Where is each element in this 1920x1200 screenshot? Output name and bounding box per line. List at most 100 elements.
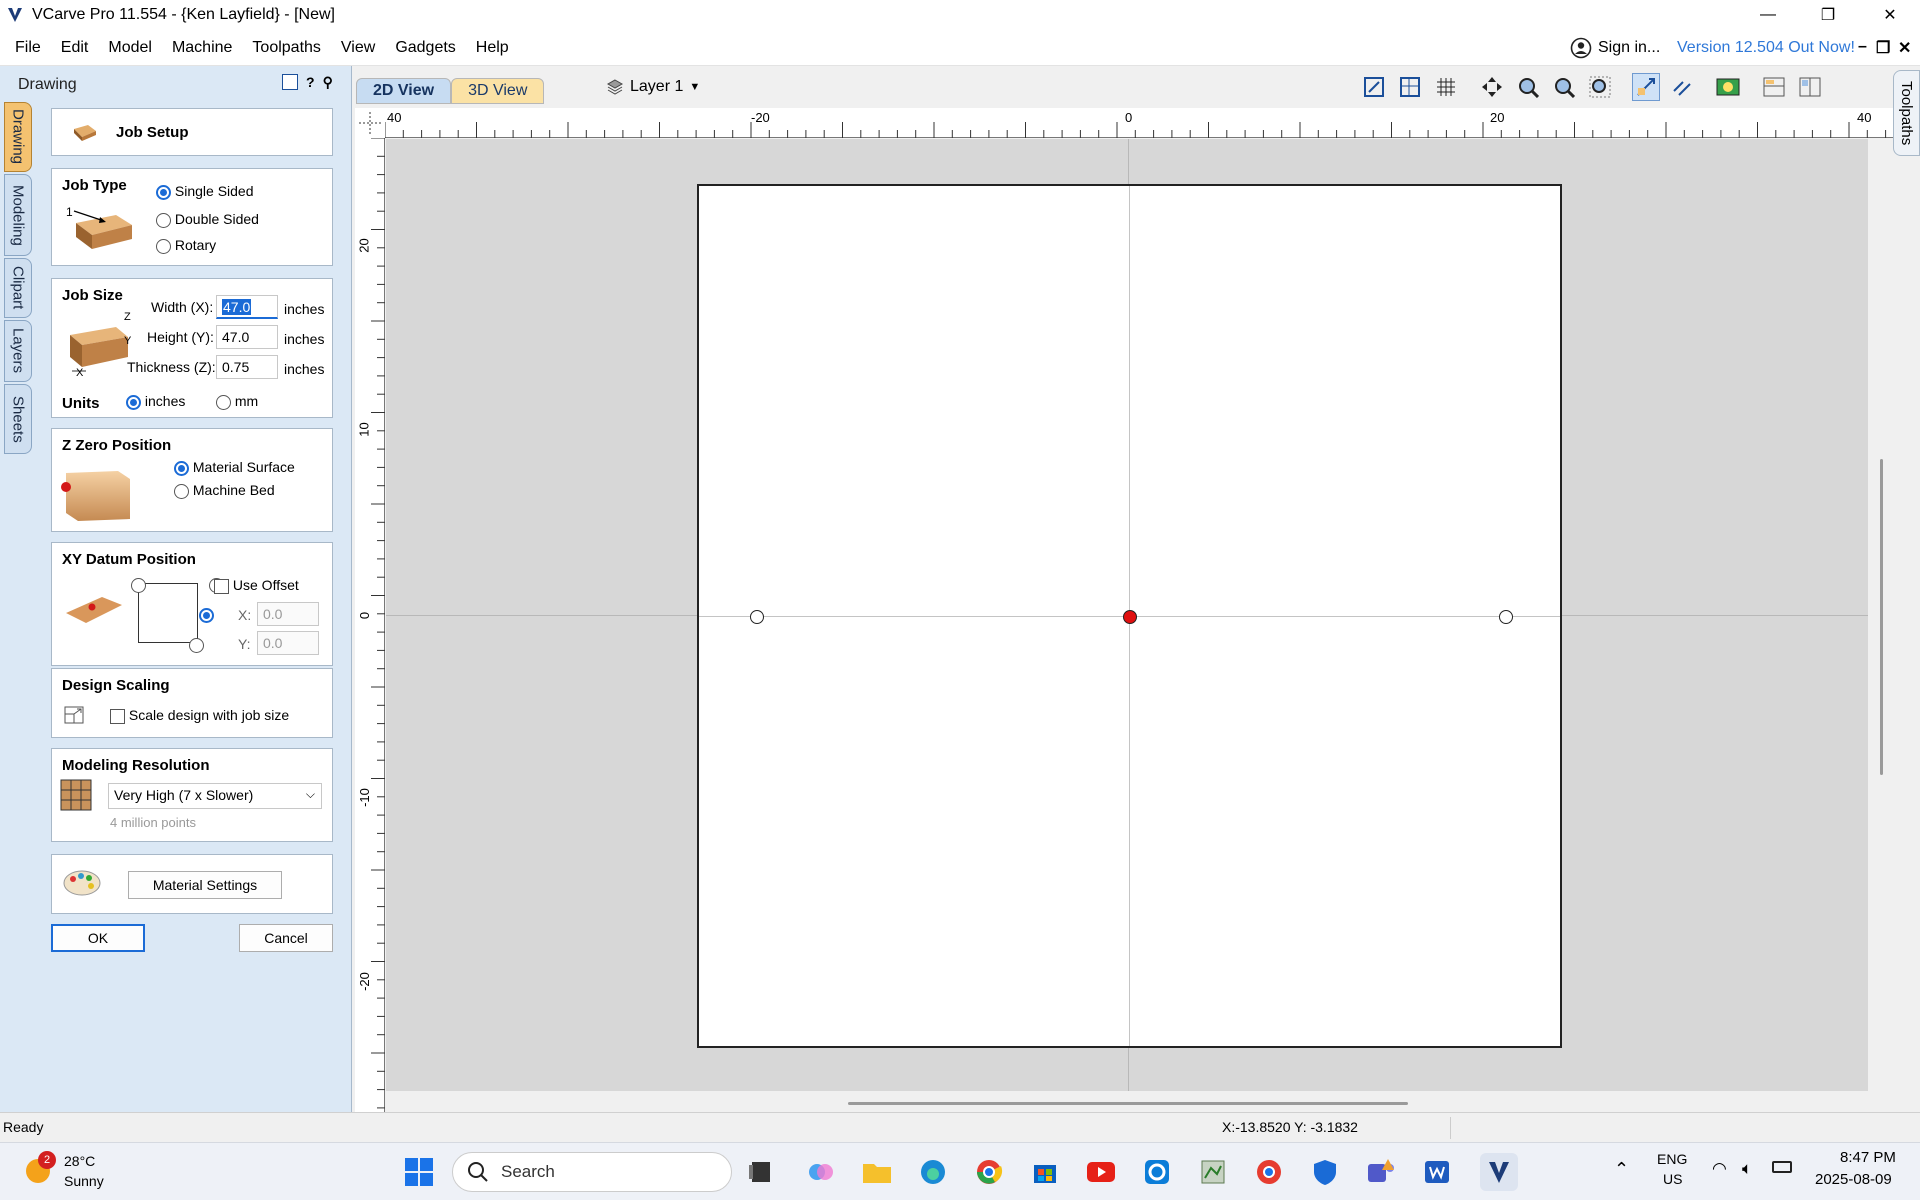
- pan-icon[interactable]: [1478, 73, 1506, 101]
- ruler-corner[interactable]: [355, 108, 385, 138]
- close-button[interactable]: ✕: [1862, 0, 1918, 30]
- tab-drawing[interactable]: Drawing: [4, 102, 32, 172]
- layout-split-v-icon[interactable]: [1796, 73, 1824, 101]
- cancel-button[interactable]: Cancel: [239, 924, 333, 952]
- radio-material-surface[interactable]: Material Surface: [174, 459, 295, 476]
- datum-top-left[interactable]: [131, 577, 146, 593]
- zoom-selection-icon[interactable]: [1586, 73, 1614, 101]
- file-explorer-icon[interactable]: [858, 1153, 896, 1191]
- sign-in-button[interactable]: Sign in...: [1570, 37, 1660, 59]
- datum-center[interactable]: [199, 607, 215, 623]
- vcarve-taskbar-icon[interactable]: [1480, 1153, 1518, 1191]
- volume-icon[interactable]: 🔈︎: [1742, 1159, 1752, 1179]
- app-icon[interactable]: [1194, 1153, 1232, 1191]
- cortana-icon[interactable]: [1138, 1153, 1176, 1191]
- snap-icon[interactable]: [1632, 73, 1660, 101]
- thickness-input[interactable]: 0.75: [216, 355, 278, 379]
- grid-icon[interactable]: [1432, 73, 1460, 101]
- menu-toolpaths[interactable]: Toolpaths: [242, 39, 331, 57]
- youtube-icon[interactable]: [1082, 1153, 1120, 1191]
- radio-units-inches[interactable]: inches: [126, 393, 185, 410]
- z-zero-title: Z Zero Position: [62, 437, 172, 454]
- language-top[interactable]: ENG: [1657, 1151, 1687, 1167]
- offset-x-input[interactable]: 0.0: [257, 602, 319, 626]
- word-icon[interactable]: [1418, 1153, 1456, 1191]
- tab-3d-view[interactable]: 3D View: [451, 78, 545, 104]
- datum-origin-marker[interactable]: [1123, 610, 1137, 624]
- right-node-marker[interactable]: [1499, 610, 1513, 624]
- language-bottom[interactable]: US: [1663, 1171, 1682, 1187]
- clock-time[interactable]: 8:47 PM: [1840, 1149, 1896, 1166]
- pin-icon[interactable]: ⚲: [323, 74, 333, 91]
- material-settings-button[interactable]: Material Settings: [128, 871, 282, 899]
- view-tabs: 2D View 3D View: [356, 78, 545, 104]
- layer-selector[interactable]: Layer 1 ▼: [606, 78, 700, 96]
- weather-widget[interactable]: 2 28°C Sunny: [24, 1151, 104, 1193]
- restore-button[interactable]: ❐: [1800, 0, 1856, 30]
- radio-machine-bed[interactable]: Machine Bed: [174, 482, 275, 499]
- left-node-marker[interactable]: [750, 610, 764, 624]
- chevron-up-icon[interactable]: ⌃: [1614, 1159, 1629, 1180]
- vertical-scrollbar[interactable]: [1880, 459, 1883, 775]
- zoom-extents-icon[interactable]: [1360, 73, 1388, 101]
- menu-view[interactable]: View: [331, 39, 385, 57]
- tab-2d-view[interactable]: 2D View: [356, 78, 452, 104]
- radio-rotary[interactable]: Rotary: [156, 237, 216, 254]
- chrome-profile-icon[interactable]: [1250, 1153, 1288, 1191]
- node-edit-icon[interactable]: [1668, 73, 1696, 101]
- resolution-hint: 4 million points: [110, 815, 196, 830]
- resolution-select[interactable]: Very High (7 x Slower) ⌵: [108, 783, 322, 809]
- offset-y-label: Y:: [238, 636, 251, 652]
- menu-model[interactable]: Model: [98, 39, 162, 57]
- radio-units-mm[interactable]: mm: [216, 393, 258, 410]
- zoom-out-icon[interactable]: [1550, 73, 1578, 101]
- search-label: Search: [501, 1162, 555, 1181]
- defender-icon[interactable]: [1306, 1153, 1344, 1191]
- teams-icon[interactable]: [1362, 1153, 1400, 1191]
- datum-bottom-left[interactable]: [188, 637, 204, 653]
- offset-y-input[interactable]: 0.0: [257, 631, 319, 655]
- task-view-icon[interactable]: [742, 1153, 780, 1191]
- version-notice-link[interactable]: Version 12.504 Out Now!: [1677, 39, 1855, 57]
- start-button[interactable]: [400, 1153, 438, 1191]
- horizontal-scrollbar[interactable]: [848, 1102, 1408, 1105]
- panel-window-icon[interactable]: [282, 74, 298, 90]
- height-input[interactable]: 47.0: [216, 325, 278, 349]
- thickness-label: Thickness (Z):: [127, 359, 216, 375]
- mdi-minimize-button[interactable]: –: [1858, 38, 1867, 56]
- mdi-close-button[interactable]: ✕: [1898, 38, 1911, 58]
- clock-date[interactable]: 2025-08-09: [1815, 1171, 1892, 1188]
- mdi-restore-button[interactable]: ❐: [1876, 38, 1890, 58]
- menu-edit[interactable]: Edit: [51, 39, 99, 57]
- tab-sheets[interactable]: Sheets: [4, 384, 32, 454]
- material-preview-icon[interactable]: [1714, 73, 1742, 101]
- tab-layers[interactable]: Layers: [4, 320, 32, 382]
- edge-icon[interactable]: [914, 1153, 952, 1191]
- layout-split-h-icon[interactable]: [1760, 73, 1788, 101]
- radio-double-sided[interactable]: Double Sided: [156, 211, 259, 228]
- vertical-ruler: 20 10 0 -10 -20: [355, 137, 385, 1112]
- store-icon[interactable]: [1026, 1153, 1064, 1191]
- menu-file[interactable]: File: [5, 39, 51, 57]
- battery-icon[interactable]: [1772, 1161, 1792, 1173]
- width-label: Width (X):: [151, 299, 214, 315]
- use-offset-checkbox[interactable]: Use Offset: [214, 577, 299, 594]
- tab-toolpaths[interactable]: Toolpaths: [1893, 70, 1920, 156]
- tab-clipart[interactable]: Clipart: [4, 258, 32, 318]
- taskbar-search[interactable]: Search: [452, 1152, 732, 1192]
- drawing-limits-icon[interactable]: [1396, 73, 1424, 101]
- tab-modeling[interactable]: Modeling: [4, 174, 32, 256]
- minimize-button[interactable]: —: [1740, 0, 1796, 30]
- width-input[interactable]: 47.0: [216, 295, 278, 319]
- menu-gadgets[interactable]: Gadgets: [385, 39, 465, 57]
- radio-single-sided[interactable]: Single Sided: [156, 183, 254, 200]
- panel-help-button[interactable]: ?: [306, 74, 315, 91]
- zoom-box-icon[interactable]: [1514, 73, 1542, 101]
- chrome-icon[interactable]: [970, 1153, 1008, 1191]
- wifi-icon[interactable]: ◠: [1712, 1159, 1727, 1179]
- copilot-icon[interactable]: [802, 1153, 840, 1191]
- scale-design-checkbox[interactable]: Scale design with job size: [110, 707, 289, 724]
- menu-machine[interactable]: Machine: [162, 39, 242, 57]
- menu-help[interactable]: Help: [466, 39, 519, 57]
- ok-button[interactable]: OK: [51, 924, 145, 952]
